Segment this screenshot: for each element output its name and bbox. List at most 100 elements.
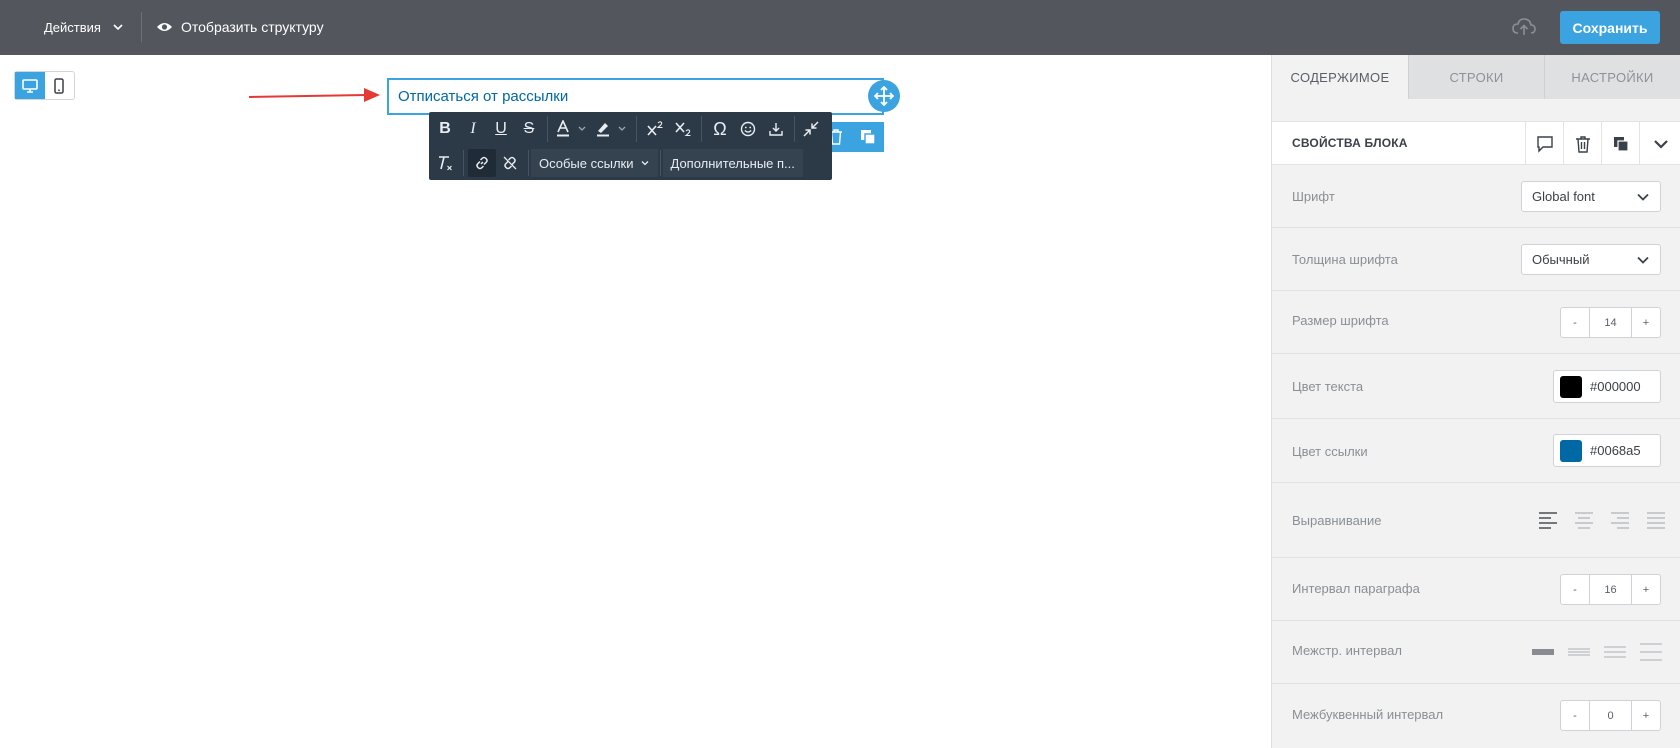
paragraph-spacing-label: Интервал параграфа [1292, 581, 1420, 596]
letter-spacing-row: Межбуквенный интервал - 0 + [1272, 684, 1680, 748]
rich-text-toolbar: B I U S Ω Особые ссылки Дополнительные п… [429, 112, 832, 180]
font-weight-value: Обычный [1532, 252, 1590, 267]
merge-tags-button[interactable] [762, 115, 790, 143]
collapse-panel-button[interactable] [1639, 122, 1680, 165]
link-color-row: Цвет ссылки #0068a5 [1272, 419, 1680, 483]
tab-content[interactable]: СОДЕРЖИМОЕ [1272, 55, 1408, 99]
line-height-normal-icon[interactable] [1567, 643, 1591, 661]
chevron-down-icon [113, 24, 123, 31]
text-color-button[interactable] [552, 115, 592, 143]
delete-block-panel-button[interactable] [1563, 122, 1601, 165]
chevron-down-icon [641, 161, 648, 166]
unsubscribe-link-text[interactable]: Отписаться от рассылки [398, 88, 568, 105]
line-height-tight-icon[interactable] [1531, 643, 1555, 661]
collapse-toolbar-button[interactable] [797, 115, 825, 143]
font-size-row: Размер шрифта - 14 + [1272, 291, 1680, 354]
block-properties-title: СВОЙСТВА БЛОКА [1292, 136, 1408, 150]
insert-group: Ω [704, 115, 792, 143]
color-group [550, 115, 634, 143]
clear-group [429, 149, 461, 177]
actions-menu[interactable]: Действия [44, 15, 125, 39]
link-color-value: #0068a5 [1590, 443, 1641, 458]
letter-spacing-increase-button[interactable]: + [1632, 701, 1660, 730]
subscript-button[interactable] [669, 115, 697, 143]
script-group [639, 115, 699, 143]
paragraph-spacing-decrease-button[interactable]: - [1561, 575, 1589, 604]
bold-button[interactable]: B [431, 115, 459, 143]
paragraph-spacing-stepper: - 16 + [1560, 574, 1661, 605]
link-button[interactable] [468, 149, 496, 177]
more-options-dropdown[interactable]: Дополнительные п... [662, 149, 803, 177]
font-value: Global font [1532, 189, 1595, 204]
alignment-row: Выравнивание [1272, 483, 1680, 558]
letter-spacing-stepper: - 0 + [1560, 700, 1661, 731]
special-links-dropdown[interactable]: Особые ссылки [531, 149, 658, 177]
highlight-color-button[interactable] [592, 115, 632, 143]
line-height-options [1531, 643, 1663, 661]
font-size-value[interactable]: 14 [1589, 308, 1632, 337]
separator [794, 116, 795, 142]
text-color-picker[interactable]: #000000 [1553, 370, 1661, 403]
line-height-loose-icon[interactable] [1603, 643, 1627, 661]
font-size-decrease-button[interactable]: - [1561, 308, 1589, 337]
duplicate-block-button[interactable] [852, 122, 884, 152]
unlink-button[interactable] [496, 149, 524, 177]
font-size-increase-button[interactable]: + [1632, 308, 1660, 337]
duplicate-icon [1613, 136, 1629, 152]
align-left-icon[interactable] [1538, 511, 1558, 529]
chevron-down-icon [1653, 139, 1668, 149]
properties-panel: СОДЕРЖИМОЕ СТРОКИ НАСТРОЙКИ СВОЙСТВА БЛО… [1271, 55, 1680, 748]
align-right-icon[interactable] [1610, 511, 1630, 529]
comment-icon [1536, 135, 1553, 153]
save-button[interactable]: Сохранить [1560, 11, 1660, 44]
desktop-icon [21, 78, 38, 93]
align-justify-icon[interactable] [1646, 511, 1666, 529]
topbar-divider [141, 12, 142, 42]
font-size-stepper: - 14 + [1560, 307, 1661, 338]
link-color-picker[interactable]: #0068a5 [1553, 434, 1661, 467]
special-character-button[interactable]: Ω [706, 115, 734, 143]
text-color-row: Цвет текста #000000 [1272, 354, 1680, 419]
move-handle[interactable] [868, 80, 900, 112]
show-structure-toggle[interactable]: Отобразить структуру [156, 15, 324, 39]
duplicate-icon [861, 130, 876, 145]
paragraph-spacing-increase-button[interactable]: + [1632, 575, 1660, 604]
clear-format-button[interactable] [431, 149, 459, 177]
red-arrow-annotation [248, 88, 380, 102]
text-color-label: Цвет текста [1292, 379, 1364, 394]
font-select[interactable]: Global font [1521, 181, 1661, 212]
superscript-button[interactable] [641, 115, 669, 143]
selected-text-block[interactable]: Отписаться от рассылки [387, 78, 884, 115]
font-weight-select[interactable]: Обычный [1521, 244, 1661, 275]
underline-button[interactable]: U [487, 115, 515, 143]
font-weight-row: Толщина шрифта Обычный [1272, 228, 1680, 291]
duplicate-panel-button[interactable] [1601, 122, 1639, 165]
desktop-view-button[interactable] [15, 72, 45, 99]
emoji-icon [740, 121, 756, 137]
link-color-label: Цвет ссылки [1292, 444, 1368, 459]
strikethrough-button[interactable]: S [515, 115, 543, 143]
separator [636, 116, 637, 142]
paragraph-spacing-value[interactable]: 16 [1589, 575, 1632, 604]
line-height-extra-icon[interactable] [1639, 643, 1663, 661]
text-color-swatch [1560, 375, 1582, 398]
special-links-label: Особые ссылки [539, 155, 634, 171]
text-color-value: #000000 [1590, 379, 1641, 394]
mobile-icon [54, 77, 64, 94]
format-group: B I U S [429, 115, 545, 143]
letter-spacing-value[interactable]: 0 [1589, 701, 1632, 730]
mobile-view-button[interactable] [45, 72, 75, 99]
letter-spacing-decrease-button[interactable]: - [1561, 701, 1589, 730]
chevron-down-icon [1637, 193, 1649, 201]
comment-button[interactable] [1525, 122, 1563, 165]
emoji-button[interactable] [734, 115, 762, 143]
line-height-label: Межстр. интервал [1292, 643, 1402, 658]
tab-rows[interactable]: СТРОКИ [1408, 55, 1544, 99]
separator [547, 116, 548, 142]
italic-button[interactable]: I [459, 115, 487, 143]
alignment-label: Выравнивание [1292, 513, 1382, 528]
tab-settings[interactable]: НАСТРОЙКИ [1544, 55, 1680, 99]
align-center-icon[interactable] [1574, 511, 1594, 529]
clear-format-icon [439, 156, 452, 171]
cloud-upload-icon[interactable] [1511, 14, 1537, 40]
